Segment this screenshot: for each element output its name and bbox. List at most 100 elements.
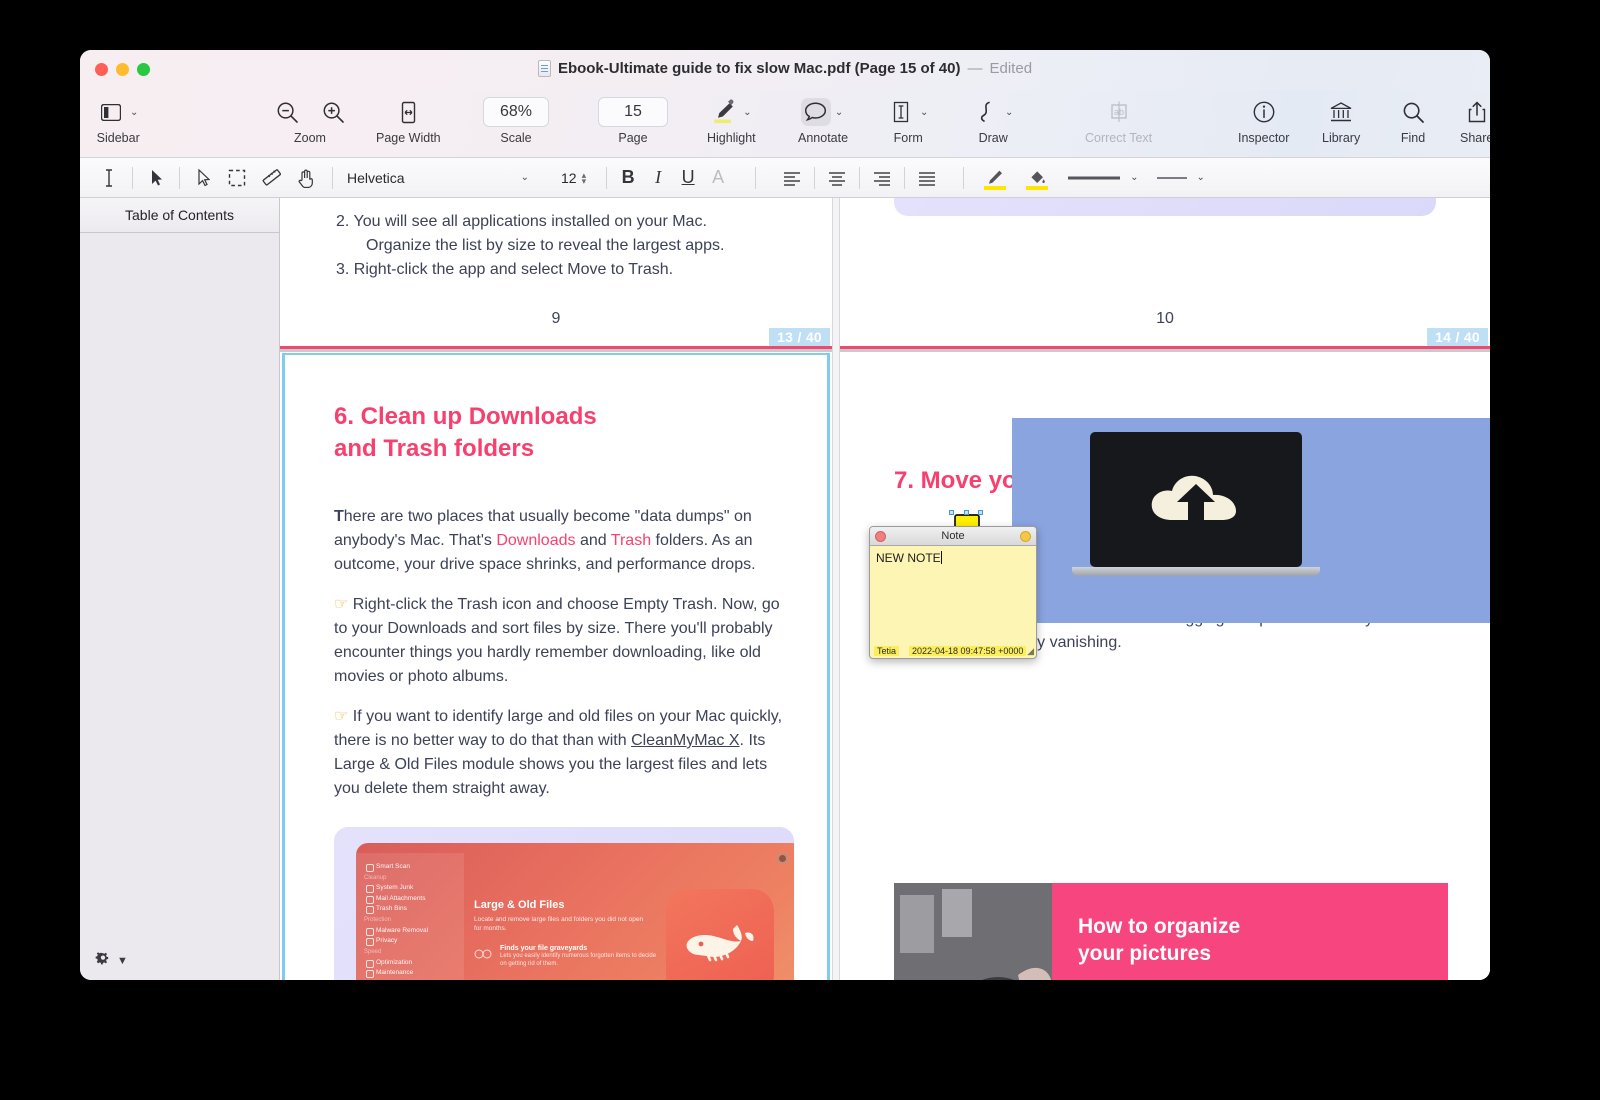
- divider: [755, 166, 757, 189]
- toolbar-group-page-width[interactable]: Page Width: [376, 94, 441, 145]
- pen-color-swatch[interactable]: [984, 185, 1007, 190]
- triangle-down-icon[interactable]: ▼: [117, 955, 128, 967]
- arrow-select-icon[interactable]: [139, 163, 173, 193]
- marquee-select-icon[interactable]: [220, 163, 254, 193]
- cleanmymac-screenshot-image: Smart Scan Cleanup System Junk Mail Attachm…: [334, 827, 794, 980]
- toolbar-label-correct-text: Correct Text: [1085, 131, 1153, 145]
- content-area: Table of Contents ▼ 2. You will see all …: [80, 198, 1490, 980]
- toolbar-group-page[interactable]: 15 Page: [598, 94, 668, 145]
- curve-icon[interactable]: [971, 98, 1001, 126]
- toolbar-group-find[interactable]: Find: [1398, 94, 1428, 145]
- chevron-down-icon[interactable]: ⌄: [1195, 172, 1207, 183]
- divider: [132, 166, 133, 189]
- cloud-upload-illustration: [1012, 418, 1490, 623]
- font-family-select[interactable]: Helvetica ⌄: [339, 165, 539, 191]
- toolbar-group-sidebar[interactable]: ⌄ Sidebar: [96, 94, 140, 145]
- fill-color-icon[interactable]: [1022, 163, 1052, 193]
- chevron-down-icon[interactable]: ⌄: [833, 107, 845, 118]
- toolbar-label-highlight: Highlight: [707, 131, 756, 145]
- scale-input[interactable]: 68%: [483, 97, 549, 127]
- speech-bubble-icon[interactable]: [800, 98, 831, 126]
- link-downloads[interactable]: Downloads: [496, 532, 575, 549]
- object-select-icon[interactable]: [186, 163, 220, 193]
- page-number-input[interactable]: 15: [598, 97, 668, 127]
- pdf-page-15-current[interactable]: 7. Move your data to the cloud How many …: [840, 353, 1490, 980]
- line-style-control[interactable]: ⌄: [1155, 172, 1207, 183]
- cleanmymac-sidebar-item: Malware Removal: [364, 927, 456, 936]
- pdf-page-viewport[interactable]: 2. You will see all applications install…: [280, 198, 1490, 980]
- info-circle-icon[interactable]: [1249, 98, 1279, 126]
- align-right-icon[interactable]: [866, 170, 898, 186]
- note-minimize-button[interactable]: [1020, 531, 1031, 542]
- note-popup-window[interactable]: Note NEW NOTE Tetia 2022-04-18 09:47:58 …: [869, 526, 1037, 659]
- text-field-icon[interactable]: [886, 98, 916, 126]
- align-justify-icon[interactable]: [911, 170, 943, 186]
- ruler-icon[interactable]: [254, 163, 288, 193]
- text-caret: [940, 551, 942, 564]
- toolbar-group-share[interactable]: Share: [1460, 94, 1490, 145]
- fill-color-swatch[interactable]: [1026, 185, 1049, 190]
- align-left-icon[interactable]: [776, 170, 808, 186]
- chevron-down-icon[interactable]: ⌄: [1003, 107, 1015, 118]
- toolbar-group-draw[interactable]: ⌄ Draw: [971, 94, 1015, 145]
- highlighter-icon[interactable]: [709, 98, 739, 126]
- toolbar-group-library[interactable]: Library: [1322, 94, 1360, 145]
- chevron-down-icon[interactable]: ⌄: [128, 107, 140, 118]
- text-cursor-icon[interactable]: [92, 163, 126, 193]
- note-close-button[interactable]: [875, 531, 886, 542]
- page-footer-number: 10: [1156, 310, 1174, 327]
- toolbar-label-library: Library: [1322, 131, 1361, 145]
- resize-handle[interactable]: [949, 510, 954, 515]
- main-toolbar: ⌄ Sidebar Zoom Page Width 68% Scale 15 P…: [80, 90, 1490, 158]
- sidebar-header-table-of-contents[interactable]: Table of Contents: [80, 198, 279, 233]
- note-popup-titlebar[interactable]: Note: [870, 527, 1036, 546]
- share-icon[interactable]: [1462, 98, 1490, 126]
- page-width-icon[interactable]: [393, 98, 423, 126]
- toolbar-group-inspector[interactable]: Inspector: [1238, 94, 1289, 145]
- search-icon[interactable]: [1398, 98, 1428, 126]
- cleanmymac-sidebar-item: Optimization: [364, 959, 456, 968]
- toolbar-group-scale[interactable]: 68% Scale: [483, 94, 549, 145]
- text-color-button[interactable]: A: [703, 167, 733, 188]
- line-thickness-control[interactable]: ⌄: [1066, 172, 1140, 183]
- zoom-out-icon[interactable]: [272, 98, 302, 126]
- pdf-page-preview-right[interactable]: 10 14 / 40: [840, 198, 1490, 348]
- note-text-area[interactable]: NEW NOTE: [870, 546, 1036, 634]
- pen-color-icon[interactable]: [980, 163, 1010, 193]
- toolbar-group-highlight[interactable]: ⌄ Highlight: [707, 94, 756, 145]
- stepper-arrows-icon[interactable]: ▴ ▾: [582, 170, 587, 185]
- link-trash[interactable]: Trash: [611, 532, 651, 549]
- toolbar-group-annotate[interactable]: ⌄ Annotate: [798, 94, 848, 145]
- toolbar-group-form[interactable]: ⌄ Form: [886, 94, 930, 145]
- hand-icon[interactable]: [288, 163, 322, 193]
- zoom-in-icon[interactable]: [318, 98, 348, 126]
- align-center-icon[interactable]: [821, 170, 853, 186]
- toolbar-label-annotate: Annotate: [798, 131, 849, 145]
- resize-handle[interactable]: [978, 510, 983, 515]
- sidebar-icon[interactable]: [96, 98, 126, 126]
- resize-grip-icon[interactable]: ◢: [1027, 646, 1034, 657]
- chevron-down-icon[interactable]: ⌄: [1128, 172, 1140, 183]
- chevron-down-icon[interactable]: ⌄: [519, 172, 531, 183]
- toolbar-group-zoom[interactable]: Zoom: [272, 94, 348, 145]
- underline-button[interactable]: U: [673, 167, 703, 188]
- italic-button[interactable]: I: [643, 167, 673, 188]
- bold-button[interactable]: B: [613, 167, 643, 188]
- library-bank-icon[interactable]: [1326, 98, 1356, 126]
- cleanmymac-sidebar: Smart Scan Cleanup System Junk Mail Attachm…: [356, 853, 464, 980]
- link-cleanmymac-x[interactable]: CleanMyMac X: [631, 732, 739, 749]
- resize-handle[interactable]: [964, 510, 969, 515]
- dropcap: T: [334, 508, 344, 525]
- list-item: 2. You will see all applications install…: [336, 213, 707, 230]
- pdf-page-14-current[interactable]: 6. Clean up Downloads and Trash folders …: [280, 353, 832, 980]
- sidebar-settings-button[interactable]: ▼: [92, 950, 128, 972]
- cleanmymac-window: Smart Scan Cleanup System Junk Mail Attachm…: [356, 843, 794, 980]
- pdf-page-13[interactable]: 2. You will see all applications install…: [280, 198, 832, 348]
- chevron-down-icon[interactable]: ⌄: [741, 107, 753, 118]
- sidebar-header-label: Table of Contents: [125, 207, 234, 223]
- page-badge: 14 / 40: [1427, 328, 1488, 346]
- chevron-down-icon[interactable]: ⌄: [918, 107, 930, 118]
- note-text-value: NEW NOTE: [876, 551, 941, 565]
- laptop-base: [1072, 567, 1320, 576]
- font-size-stepper[interactable]: 12 ▴ ▾: [561, 170, 586, 186]
